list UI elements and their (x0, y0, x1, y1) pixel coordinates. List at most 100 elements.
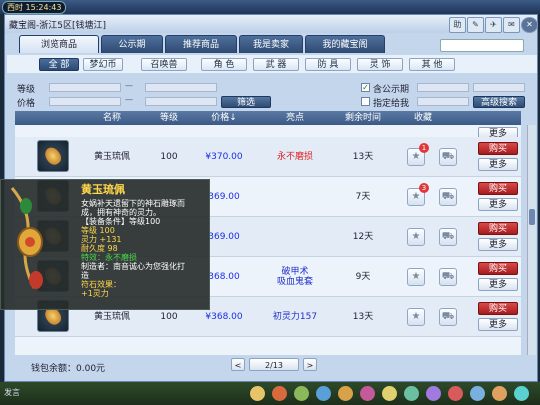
game-clock: 西时 15:24:43 (2, 1, 67, 14)
filter-button[interactable]: 筛选 (221, 96, 271, 108)
buy-button[interactable]: 购买 (478, 182, 518, 195)
cart-icon[interactable]: ⛟ (439, 268, 457, 286)
close-button[interactable]: ✕ (521, 17, 538, 33)
item-highlight: 初灵力157 (272, 312, 318, 322)
clock-time: 15:24:43 (25, 3, 62, 12)
toolbar-icon[interactable] (470, 386, 485, 401)
tab-public-period[interactable]: 公示期 (101, 35, 163, 53)
more-button[interactable]: 更多 (478, 158, 518, 171)
page-indicator: 2/13 (249, 358, 299, 371)
column-price[interactable]: 价格↓ (191, 111, 257, 125)
item-name: 黄玉琉佩 (93, 152, 130, 162)
toolbar-icon[interactable] (338, 386, 353, 401)
price-max-input[interactable] (145, 97, 217, 106)
advanced-search-button[interactable]: 高级搜索 (473, 96, 525, 108)
extra-select[interactable] (473, 83, 525, 92)
prev-page-button[interactable]: < (231, 358, 245, 371)
item-time-left: 7天 (355, 192, 371, 202)
item-price: ¥370.00 (205, 152, 243, 162)
public-period-label: 含公示期 (373, 85, 410, 95)
wallet-value: 0.00元 (76, 364, 106, 374)
item-thumbnail[interactable] (37, 140, 69, 172)
toolbar-icon[interactable] (250, 386, 265, 401)
toolbar-icon[interactable] (382, 386, 397, 401)
search-input[interactable] (440, 39, 524, 52)
wallet-balance: 钱包余额：0.00元 (31, 361, 105, 374)
toolbar-icon[interactable] (360, 386, 375, 401)
price-min-input[interactable] (49, 97, 121, 106)
more-button[interactable]: 更多 (478, 318, 518, 331)
buy-button[interactable]: 购买 (478, 262, 518, 275)
window-title: 藏宝阁-浙江5区[钱塘江] (9, 21, 106, 31)
favorite-count-badge: 3 (419, 183, 429, 193)
category-all[interactable]: 全 部 (39, 58, 79, 71)
tab-seller[interactable]: 我是卖家 (239, 35, 303, 53)
level-max-input[interactable] (145, 83, 217, 92)
buy-button[interactable]: 购买 (478, 142, 518, 155)
cart-icon[interactable]: ⛟ (439, 148, 457, 166)
next-page-button[interactable]: > (303, 358, 317, 371)
column-level[interactable]: 等级 (147, 111, 191, 125)
tab-my-pavilion[interactable]: 我的藏宝阁 (305, 35, 385, 53)
tab-browse[interactable]: 浏览商品 (19, 35, 99, 53)
category-other[interactable]: 其 他 (409, 58, 455, 71)
jade-pendant-icon (42, 144, 64, 168)
column-time-left[interactable]: 剩余时间 (333, 111, 393, 125)
category-gold[interactable]: 梦幻币 (83, 58, 123, 71)
cart-icon[interactable]: ⛟ (439, 228, 457, 246)
favorite-star-icon[interactable]: ★ (407, 308, 425, 326)
favorite-star-icon[interactable]: ★ (407, 228, 425, 246)
toolbar-icon[interactable] (514, 386, 529, 401)
toolbar-icon[interactable] (492, 386, 507, 401)
toolbar-icon[interactable] (448, 386, 463, 401)
item-tooltip: 黄玉琉佩 女娲补天遗留下的神石雕琢而 成，拥有神奇的灵力。 【装备条件】等级10… (0, 179, 210, 310)
category-pets[interactable]: 召唤兽 (141, 58, 187, 71)
cart-icon[interactable]: ⛟ (439, 308, 457, 326)
toolbar-icon[interactable] (294, 386, 309, 401)
category-armor[interactable]: 防 具 (305, 58, 351, 71)
assigned-select[interactable] (417, 97, 469, 106)
mail-icon[interactable]: ✉ (503, 17, 520, 33)
toolbar-icon[interactable] (272, 386, 287, 401)
item-level: 100 (160, 152, 178, 162)
public-period-select[interactable] (417, 83, 469, 92)
clock-label: 西时 (7, 3, 23, 12)
send-icon[interactable]: ✈ (485, 17, 502, 33)
favorite-star-icon[interactable]: ★ (407, 268, 425, 286)
item-highlight: 永不磨损 (276, 152, 313, 162)
category-weapons[interactable]: 武 器 (253, 58, 299, 71)
edit-icon[interactable]: ✎ (467, 17, 484, 33)
tooltip-line: 耐久度 98 (81, 244, 118, 253)
category-characters[interactable]: 角 色 (201, 58, 247, 71)
more-button[interactable]: 更多 (478, 238, 518, 251)
game-top-bar: 西时 15:24:43 (0, 0, 540, 14)
window-title-bar[interactable]: 藏宝阁-浙江5区[钱塘江] 助 ✎ ✈ ✉ ✕ (5, 15, 538, 33)
tab-recommended[interactable]: 推荐商品 (165, 35, 237, 53)
toolbar-icon[interactable] (426, 386, 441, 401)
help-button[interactable]: 助 (449, 17, 466, 33)
item-highlight: 破甲术 吸血鬼套 (276, 267, 313, 287)
range-dash: — (125, 95, 133, 104)
column-highlight[interactable]: 亮点 (257, 111, 333, 125)
tooltip-line: 特效：永不磨损 (81, 253, 137, 262)
buy-button[interactable]: 购买 (478, 222, 518, 235)
public-period-checkbox[interactable]: ✓ (361, 83, 370, 92)
level-min-input[interactable] (49, 83, 121, 92)
chat-hint[interactable]: 发言 (4, 387, 20, 398)
table-scrollbar[interactable] (527, 125, 536, 355)
tooltip-line: 符石效果： (81, 280, 121, 289)
toolbar-icon[interactable] (316, 386, 331, 401)
scrollbar-thumb[interactable] (529, 209, 535, 225)
tooltip-line: 制造者：南音诚心为您强化打 (81, 262, 185, 271)
more-button[interactable]: 更多 (478, 198, 518, 211)
tooltip-line: 【装备条件】等级100 (81, 217, 161, 226)
buy-button[interactable]: 购买 (478, 302, 518, 315)
category-accessories[interactable]: 灵 饰 (357, 58, 403, 71)
column-name[interactable]: 名称 (77, 111, 147, 125)
toolbar-icon[interactable] (404, 386, 419, 401)
column-favorite[interactable]: 收藏 (393, 111, 453, 125)
assigned-to-me-checkbox[interactable] (361, 97, 370, 106)
cart-icon[interactable]: ⛟ (439, 188, 457, 206)
more-button[interactable]: 更多 (478, 278, 518, 291)
table-row[interactable]: 黄玉琉佩 100 ¥370.00 永不磨损 13天 ★ 1 ⛟ 购买 更多 (15, 137, 521, 177)
